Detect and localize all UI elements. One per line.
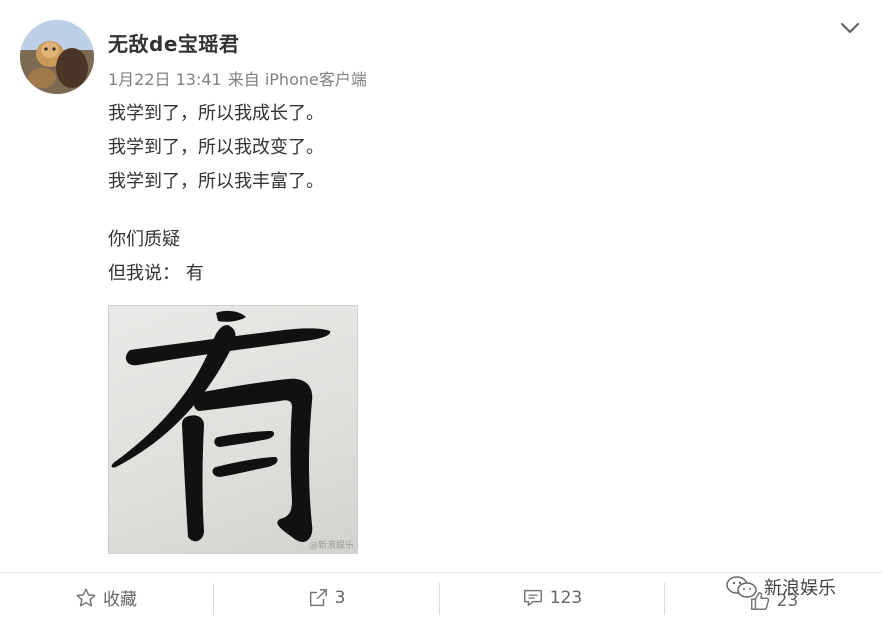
post-image[interactable]: @新浪娱乐 bbox=[108, 305, 358, 554]
watermark-label: 新浪娱乐 bbox=[764, 578, 836, 599]
comment-icon bbox=[523, 589, 542, 606]
repost-count: 3 bbox=[334, 587, 346, 608]
avatar-photo-icon bbox=[20, 20, 94, 94]
wechat-icon bbox=[726, 576, 757, 598]
post-meta: 1月22日 13:41 来自 iPhone客户端 bbox=[108, 66, 373, 90]
chevron-down-icon[interactable] bbox=[840, 20, 860, 36]
post-time[interactable]: 1月22日 13:41 bbox=[108, 70, 222, 89]
post-text-line: 我学到了，所以我改变了。 bbox=[108, 137, 324, 158]
weibo-post: 无敌de宝瑶君 1月22日 13:41 来自 iPhone客户端 我学到了，所以我… bbox=[0, 0, 882, 622]
post-text-line: 我学到了，所以我丰富了。 bbox=[108, 171, 324, 192]
avatar[interactable] bbox=[20, 20, 94, 94]
sina-ent-watermark: 新浪娱乐 bbox=[724, 573, 836, 601]
comment-count: 123 bbox=[549, 587, 583, 608]
comment-button[interactable]: 123 bbox=[440, 573, 664, 622]
post-content: 我学到了，所以我成长了。 我学到了，所以我改变了。 我学到了，所以我丰富了。 你… bbox=[108, 97, 324, 291]
share-icon bbox=[309, 588, 327, 606]
repost-button[interactable]: 3 bbox=[214, 573, 438, 622]
username[interactable]: 无敌de宝瑶君 bbox=[108, 28, 239, 57]
star-icon bbox=[76, 588, 96, 606]
favorite-label: 收藏 bbox=[103, 590, 137, 610]
post-text-line: 你们质疑 bbox=[108, 229, 180, 250]
favorite-button[interactable]: 收藏 bbox=[0, 573, 212, 622]
post-text-line: 但我说： 有 bbox=[108, 263, 204, 284]
post-source: 来自 iPhone客户端 bbox=[227, 70, 367, 89]
calligraphy-you-image bbox=[111, 310, 331, 542]
image-watermark: @新浪娱乐 bbox=[308, 541, 354, 551]
post-text-line: 我学到了，所以我成长了。 bbox=[108, 103, 324, 124]
